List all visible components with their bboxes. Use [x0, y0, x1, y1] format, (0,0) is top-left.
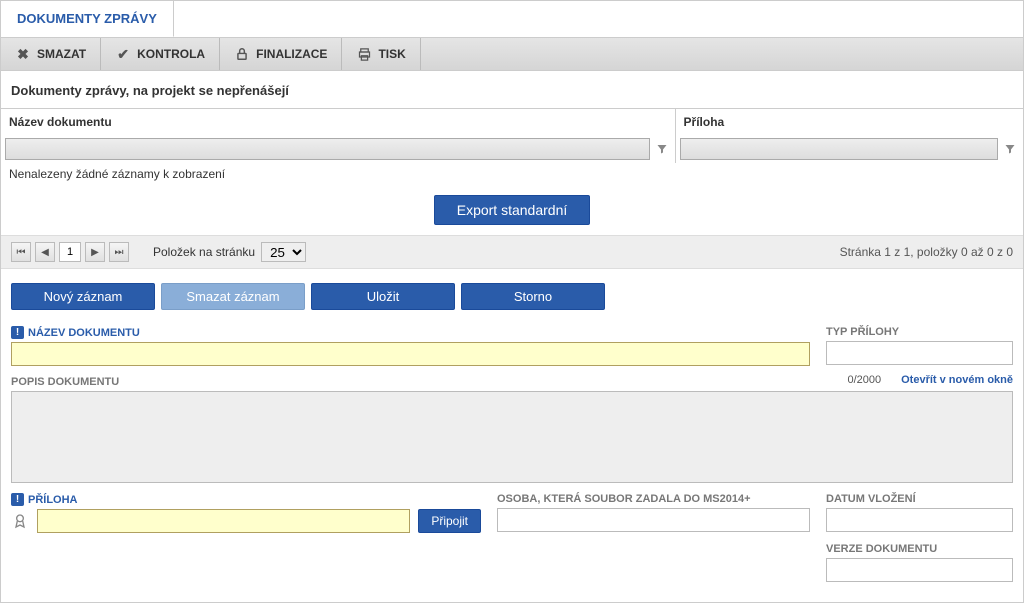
pager-summary: Stránka 1 z 1, položky 0 až 0 z 0 — [840, 245, 1013, 259]
osoba-input[interactable] — [497, 508, 810, 532]
pager-last-button[interactable]: ⏭ — [109, 242, 129, 262]
open-new-window-link[interactable]: Otevřít v novém okně — [901, 374, 1013, 386]
ribbon-icon — [11, 509, 29, 533]
smazat-button[interactable]: ✖ SMAZAT — [1, 38, 101, 70]
pripojit-button[interactable]: Připojit — [418, 509, 481, 533]
finalizace-button[interactable]: FINALIZACE — [220, 38, 342, 70]
filter-icon[interactable] — [653, 138, 671, 160]
nazev-dokumentu-input[interactable] — [11, 342, 810, 366]
page-size-label: Položek na stránku — [153, 245, 255, 259]
no-records-text: Nenalezeny žádné záznamy k zobrazení — [1, 163, 1023, 189]
pager-page-input[interactable] — [59, 242, 81, 262]
tisk-button[interactable]: TISK — [342, 38, 420, 70]
filter-nazev-input[interactable] — [5, 138, 650, 160]
pager-next-button[interactable]: ▶ — [85, 242, 105, 262]
filter-priloha-input[interactable] — [680, 138, 998, 160]
kontrola-button[interactable]: ✔ KONTROLA — [101, 38, 220, 70]
grid-header: Název dokumentu Příloha — [1, 108, 1023, 163]
nazev-dokumentu-label: ! NÁZEV DOKUMENTU — [11, 326, 810, 339]
popis-dokumentu-textarea[interactable] — [11, 391, 1013, 483]
page-subtitle: Dokumenty zprávy, na projekt se nepřenáš… — [1, 71, 1023, 108]
novy-zaznam-button[interactable]: Nový záznam — [11, 283, 155, 310]
toolbar-label: KONTROLA — [137, 47, 205, 61]
typ-prilohy-label: TYP PŘÍLOHY — [826, 326, 1013, 338]
popis-dokumentu-label: POPIS DOKUMENTU — [11, 376, 119, 388]
typ-prilohy-input[interactable] — [826, 341, 1013, 365]
toolbar: ✖ SMAZAT ✔ KONTROLA FINALIZACE TISK — [1, 37, 1023, 71]
print-icon — [356, 46, 372, 62]
toolbar-label: FINALIZACE — [256, 47, 327, 61]
lock-icon — [234, 46, 250, 62]
export-button[interactable]: Export standardní — [434, 195, 591, 225]
check-icon: ✔ — [115, 46, 131, 62]
pager-prev-button[interactable]: ◀ — [35, 242, 55, 262]
datum-vlozeni-label: DATUM VLOŽENÍ — [826, 493, 1013, 505]
col-header-priloha[interactable]: Příloha — [676, 109, 1023, 135]
page-size-select[interactable]: 25 — [261, 242, 306, 262]
col-header-nazev[interactable]: Název dokumentu — [1, 109, 675, 135]
required-icon: ! — [11, 326, 24, 339]
priloha-label: ! PŘÍLOHA — [11, 493, 481, 506]
smazat-zaznam-button[interactable]: Smazat záznam — [161, 283, 305, 310]
toolbar-label: TISK — [378, 47, 405, 61]
main-tab[interactable]: DOKUMENTY ZPRÁVY — [1, 1, 174, 37]
datum-vlozeni-input[interactable] — [826, 508, 1013, 532]
pager: ⏮ ◀ ▶ ⏭ Položek na stránku 25 Stránka 1 … — [1, 235, 1023, 269]
required-icon: ! — [11, 493, 24, 506]
priloha-input[interactable] — [37, 509, 410, 533]
toolbar-label: SMAZAT — [37, 47, 86, 61]
verze-dokumentu-input[interactable] — [826, 558, 1013, 582]
pager-first-button[interactable]: ⏮ — [11, 242, 31, 262]
osoba-label: OSOBA, KTERÁ SOUBOR ZADALA DO MS2014+ — [497, 493, 810, 505]
verze-dokumentu-label: VERZE DOKUMENTU — [826, 543, 1013, 555]
char-counter: 0/2000 — [847, 374, 881, 386]
delete-icon: ✖ — [15, 46, 31, 62]
filter-icon[interactable] — [1001, 138, 1019, 160]
ulozit-button[interactable]: Uložit — [311, 283, 455, 310]
storno-button[interactable]: Storno — [461, 283, 605, 310]
